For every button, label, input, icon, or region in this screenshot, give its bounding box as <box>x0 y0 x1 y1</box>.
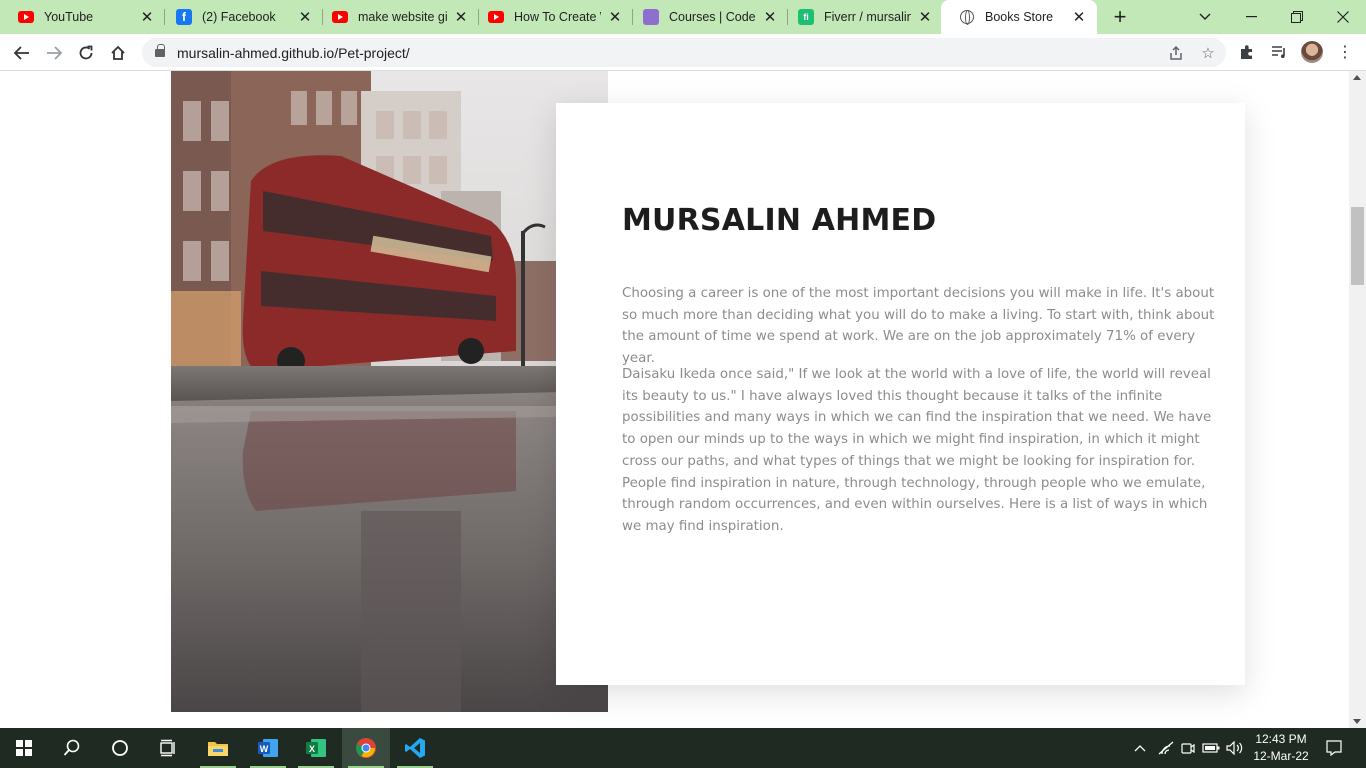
share-icon[interactable] <box>1164 41 1188 65</box>
file-explorer-button[interactable] <box>194 728 242 768</box>
codewithharry-icon <box>643 9 659 25</box>
tab-title: make website gig <box>358 10 447 24</box>
tab-courses-codewithharry[interactable]: Courses | CodeW ✕ <box>625 0 788 34</box>
close-icon[interactable]: ✕ <box>297 9 313 26</box>
inspiration-paragraph: Daisaku Ikeda once said," If we look at … <box>622 367 1212 534</box>
file-explorer-icon <box>208 742 228 756</box>
youtube-icon <box>332 9 348 25</box>
url-text[interactable]: mursalin-ahmed.github.io/Pet-project/ <box>177 45 410 61</box>
restore-button[interactable] <box>1274 0 1320 34</box>
chrome-icon <box>356 738 376 758</box>
tab-make-website-gig[interactable]: make website gig ✕ <box>314 0 479 34</box>
start-button[interactable] <box>0 728 48 768</box>
minimize-button[interactable] <box>1228 0 1274 34</box>
word-icon: W <box>258 739 278 757</box>
tab-youtube[interactable]: YouTube ✕ <box>0 0 165 34</box>
word-button[interactable]: W <box>244 728 292 768</box>
forward-button[interactable] <box>40 39 68 67</box>
london-bus-photo <box>171 71 608 712</box>
tab-search-chevron-down-icon[interactable] <box>1182 0 1228 34</box>
about-card: MURSALIN AHMED Choosing a career is one … <box>556 103 1245 685</box>
svg-text:X: X <box>309 744 315 754</box>
close-window-button[interactable] <box>1320 0 1366 34</box>
tab-strip: YouTube ✕ f (2) Facebook ✕ make website … <box>0 0 1366 34</box>
cortana-button[interactable] <box>96 728 144 768</box>
back-button[interactable] <box>8 39 36 67</box>
vscode-icon <box>405 738 425 758</box>
excel-icon: X <box>306 739 326 757</box>
close-icon[interactable]: ✕ <box>607 9 623 26</box>
browser-toolbar: mursalin-ahmed.github.io/Pet-project/ ☆ … <box>0 34 1366 71</box>
scroll-up-arrow-icon[interactable] <box>1353 75 1361 80</box>
profile-avatar[interactable] <box>1301 41 1323 63</box>
bookmark-star-icon[interactable]: ☆ <box>1196 41 1220 65</box>
tab-title: Courses | CodeW <box>669 10 756 24</box>
intro-paragraph: Choosing a career is one of the most imp… <box>622 286 1215 367</box>
close-icon[interactable]: ✕ <box>139 9 155 26</box>
task-view-button[interactable] <box>144 728 192 768</box>
windows-start-icon <box>16 740 32 756</box>
new-tab-button[interactable]: + <box>1108 4 1132 29</box>
extensions-puzzle-icon[interactable] <box>1235 39 1259 65</box>
facebook-icon: f <box>176 9 192 25</box>
fiverr-icon: fi <box>798 9 814 25</box>
globe-icon <box>959 9 975 25</box>
show-hidden-icons-chevron-up-icon[interactable] <box>1130 728 1150 768</box>
notification-center-icon[interactable] <box>1320 728 1348 768</box>
scroll-down-arrow-icon[interactable] <box>1353 719 1361 724</box>
scrollbar-thumb[interactable] <box>1351 207 1364 285</box>
volume-icon[interactable] <box>1224 728 1246 768</box>
reload-button[interactable] <box>72 39 100 67</box>
youtube-icon <box>18 9 34 25</box>
address-bar[interactable]: mursalin-ahmed.github.io/Pet-project/ ☆ <box>142 38 1226 67</box>
close-icon[interactable]: ✕ <box>453 9 469 26</box>
page-scrollbar[interactable] <box>1349 71 1366 728</box>
tab-title: Books Store <box>985 10 1054 24</box>
page-viewport: MURSALIN AHMED Choosing a career is one … <box>0 71 1349 728</box>
tab-title: Fiverr / mursalin <box>824 10 911 24</box>
meet-now-icon[interactable] <box>1178 728 1198 768</box>
cortana-icon <box>112 740 128 756</box>
search-icon <box>63 739 80 756</box>
svg-text:W: W <box>260 744 269 754</box>
battery-icon[interactable] <box>1200 728 1222 768</box>
chrome-menu-icon[interactable]: ⋮ <box>1333 39 1357 65</box>
close-icon[interactable]: ✕ <box>1071 9 1087 26</box>
youtube-icon <box>488 9 504 25</box>
wifi-icon[interactable] <box>1155 728 1177 768</box>
tab-how-to-create[interactable]: How To Create W ✕ <box>470 0 633 34</box>
tab-title: YouTube <box>44 10 94 24</box>
excel-button[interactable]: X <box>292 728 340 768</box>
search-button[interactable] <box>48 728 96 768</box>
close-icon[interactable]: ✕ <box>762 9 778 26</box>
vscode-button[interactable] <box>391 728 439 768</box>
media-control-icon[interactable] <box>1267 39 1291 65</box>
clock-date: 12-Mar-22 <box>1253 749 1309 763</box>
windows-taskbar: W X 12:43 PM 12-Mar-22 <box>0 728 1366 768</box>
tab-title: How To Create W <box>514 10 601 24</box>
tab-fiverr[interactable]: fi Fiverr / mursalin ✕ <box>780 0 943 34</box>
tab-books-store[interactable]: Books Store ✕ <box>941 0 1097 34</box>
clock-time: 12:43 PM <box>1255 732 1307 746</box>
author-heading: MURSALIN AHMED <box>622 203 937 238</box>
home-button[interactable] <box>104 39 132 67</box>
close-icon[interactable]: ✕ <box>917 9 933 26</box>
tab-title: (2) Facebook <box>202 10 276 24</box>
lock-icon[interactable] <box>155 43 165 57</box>
task-view-icon <box>160 739 175 757</box>
chrome-button[interactable] <box>342 728 390 768</box>
system-clock[interactable]: 12:43 PM 12-Mar-22 <box>1244 731 1318 765</box>
tab-facebook[interactable]: f (2) Facebook ✕ <box>158 0 323 34</box>
